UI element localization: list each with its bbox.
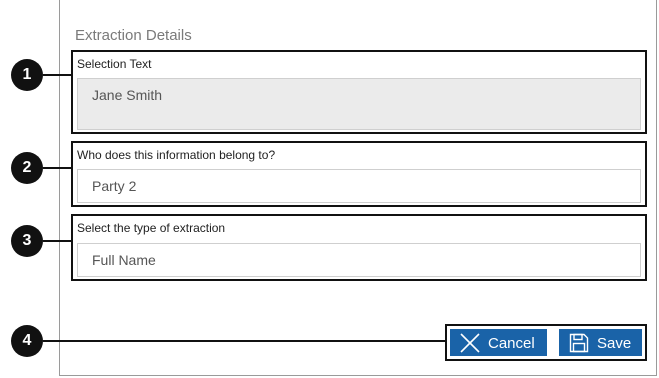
- callout-leader-1: [43, 74, 71, 76]
- panel-title: Extraction Details: [75, 27, 192, 44]
- callout-leader-3: [43, 240, 71, 242]
- close-icon: [460, 332, 480, 353]
- callout-4: 4: [11, 325, 43, 357]
- save-icon: [569, 333, 589, 353]
- selection-text-field: Jane Smith: [77, 78, 641, 130]
- extraction-type-select[interactable]: Full Name: [77, 243, 641, 277]
- save-button-label: Save: [597, 335, 632, 352]
- selection-text-label: Selection Text: [77, 57, 152, 71]
- callout-leader-4: [43, 340, 445, 342]
- callout-1: 1: [11, 59, 43, 91]
- save-button[interactable]: Save: [559, 329, 642, 356]
- belongs-to-select[interactable]: Party 2: [77, 169, 641, 203]
- belongs-to-section: Who does this information belong to? Par…: [71, 141, 647, 207]
- cancel-button[interactable]: Cancel: [450, 329, 547, 356]
- callout-2: 2: [11, 152, 43, 184]
- belongs-to-label: Who does this information belong to?: [77, 148, 276, 162]
- callout-3: 3: [11, 225, 43, 257]
- extraction-type-section: Select the type of extraction Full Name: [71, 214, 647, 281]
- selection-text-section: Selection Text Jane Smith: [71, 50, 647, 134]
- action-button-group: Cancel Save: [445, 324, 647, 361]
- extraction-type-label: Select the type of extraction: [77, 221, 226, 235]
- callout-leader-2: [43, 167, 71, 169]
- cancel-button-label: Cancel: [488, 335, 535, 352]
